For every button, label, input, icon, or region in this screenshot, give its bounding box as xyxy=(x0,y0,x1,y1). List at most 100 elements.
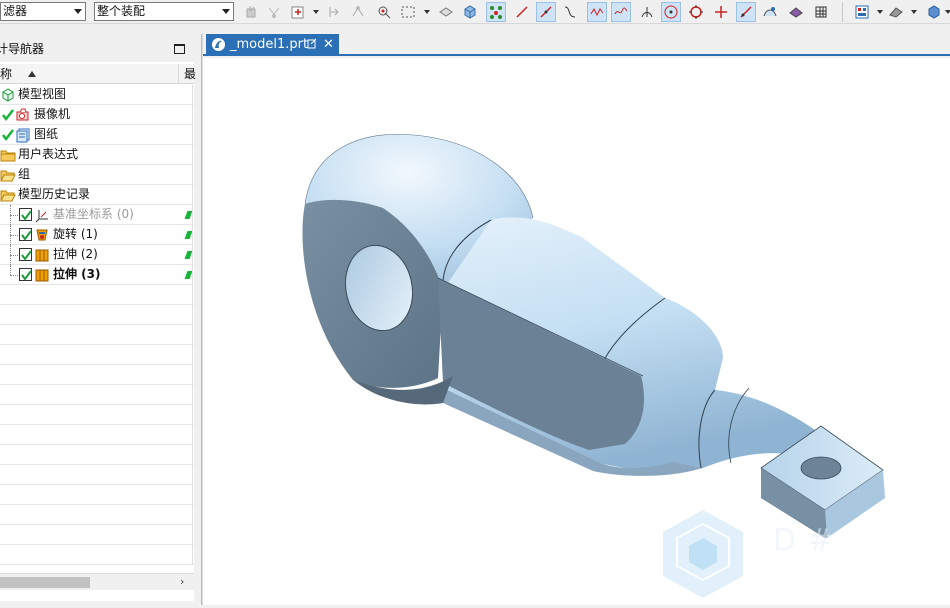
tree-node-extrude-3[interactable]: 拉伸 (3) xyxy=(0,265,194,285)
maximize-icon[interactable] xyxy=(174,44,185,54)
tree-node-user-expressions[interactable]: 用户表达式 xyxy=(0,145,194,165)
svg-text:D: D xyxy=(773,523,796,558)
column-divider xyxy=(192,165,193,185)
visibility-checkbox[interactable] xyxy=(19,228,32,241)
toolbar: 滤器 整个装配 xyxy=(0,0,950,24)
filter-point-icon[interactable] xyxy=(264,2,284,22)
chevron-down-icon[interactable] xyxy=(911,10,917,14)
tree-node-cameras[interactable]: 摄像机 xyxy=(0,105,194,125)
column-second-header[interactable]: 最 xyxy=(184,64,196,84)
model-views-icon xyxy=(0,87,16,103)
chevron-down-icon[interactable] xyxy=(877,10,883,14)
close-icon[interactable]: ✕ xyxy=(323,34,334,55)
column-divider xyxy=(192,285,193,305)
part-file-icon xyxy=(211,37,226,59)
slash-icon[interactable] xyxy=(736,2,756,22)
circle-icon[interactable] xyxy=(686,2,706,22)
select-rect-icon[interactable] xyxy=(398,2,418,22)
select-box-icon[interactable] xyxy=(374,2,394,22)
tree-node-groups[interactable]: 组 xyxy=(0,165,194,185)
chevron-right-icon[interactable]: › xyxy=(180,575,184,588)
column-header[interactable]: 称 最 xyxy=(0,64,196,84)
column-divider xyxy=(192,245,193,265)
selection-filter-dropdown[interactable]: 滤器 xyxy=(0,2,86,21)
horizontal-scrollbar[interactable]: › xyxy=(0,573,194,590)
tree-node-model-views[interactable]: 模型视图 xyxy=(0,85,194,105)
select-point-icon[interactable] xyxy=(288,2,308,22)
column-divider xyxy=(192,185,193,205)
tree-empty-row xyxy=(0,505,194,525)
document-tab-strip: _model1.prt ✕ xyxy=(203,34,950,56)
column-divider xyxy=(192,385,193,405)
scrollbar-thumb[interactable] xyxy=(0,577,90,588)
move2-icon[interactable] xyxy=(348,2,368,22)
tree-empty-row xyxy=(0,405,194,425)
cube-blue-icon[interactable] xyxy=(924,2,944,22)
sort-ascending-icon xyxy=(28,71,36,77)
grid-icon[interactable] xyxy=(811,2,831,22)
column-divider xyxy=(192,225,193,245)
tree-node-revolve[interactable]: 旋转 (1) xyxy=(0,225,194,245)
chevron-down-icon xyxy=(74,9,82,14)
column-divider xyxy=(192,105,193,125)
snap-icon[interactable] xyxy=(242,2,262,22)
surface-icon[interactable] xyxy=(760,2,780,22)
tree-empty-row xyxy=(0,525,194,545)
chevron-down-icon[interactable] xyxy=(424,10,430,14)
column-divider xyxy=(192,445,193,465)
tree-node-drawings[interactable]: 图纸 xyxy=(0,125,194,145)
part-model-render: D # xyxy=(302,134,885,598)
tree-empty-row xyxy=(0,385,194,405)
cross-icon[interactable] xyxy=(711,2,731,22)
render-icon[interactable] xyxy=(886,2,906,22)
chevron-down-icon[interactable] xyxy=(313,10,319,14)
tree-node-model-history[interactable]: 模型历史记录 xyxy=(0,185,194,205)
move-icon[interactable] xyxy=(324,2,344,22)
selection-scope-value: 整个装配 xyxy=(97,4,146,18)
tab-pin-icon[interactable] xyxy=(306,34,318,61)
cube-shaded-icon[interactable] xyxy=(460,2,480,22)
visibility-checkbox[interactable] xyxy=(19,268,32,281)
tree-connector xyxy=(10,255,18,256)
curve-icon[interactable] xyxy=(611,2,631,22)
chevron-down-icon xyxy=(222,9,230,14)
face-icon[interactable] xyxy=(786,2,806,22)
show-hide-icon[interactable] xyxy=(436,2,456,22)
graphics-viewport[interactable]: D # xyxy=(203,58,950,605)
column-name-header[interactable]: 称 xyxy=(0,64,12,84)
camera-icon xyxy=(15,107,31,123)
chevron-down-icon[interactable] xyxy=(945,10,950,14)
part-navigator-panel: 计导航器 称 最 模型视图 摄像机 图纸 用户表达式 组 模型历史记录 基准坐标… xyxy=(0,36,196,601)
visibility-checkbox[interactable] xyxy=(19,248,32,261)
column-divider xyxy=(192,545,193,565)
tree-node-label: 拉伸 (3) xyxy=(53,267,101,281)
tangent-curve-icon[interactable] xyxy=(536,2,556,22)
tree-connector xyxy=(10,215,18,216)
spline-icon[interactable] xyxy=(560,2,580,22)
tree-node-label: 模型历史记录 xyxy=(18,187,91,201)
selection-filter-value: 滤器 xyxy=(3,4,28,18)
tree-node-label: 基准坐标系 (0) xyxy=(53,207,134,221)
vertex-icon[interactable] xyxy=(486,2,506,22)
tree-empty-row xyxy=(0,445,194,465)
line-icon[interactable] xyxy=(512,2,532,22)
layout-icon[interactable] xyxy=(852,2,872,22)
column-divider xyxy=(192,85,193,105)
column-divider xyxy=(192,145,193,165)
column-divider[interactable] xyxy=(178,64,179,84)
tree-node-datum-csys[interactable]: 基准坐标系 (0) xyxy=(0,205,194,225)
tree-node-label: 旋转 (1) xyxy=(53,227,98,241)
tree-connector xyxy=(10,275,18,276)
visibility-checkbox[interactable] xyxy=(19,208,32,221)
tree-empty-row xyxy=(0,325,194,345)
tab-model1[interactable]: _model1.prt ✕ xyxy=(206,34,339,56)
selection-scope-dropdown[interactable]: 整个装配 xyxy=(94,2,234,21)
intersection-icon[interactable] xyxy=(637,2,657,22)
tab-label: _model1.prt xyxy=(230,37,309,52)
tree-node-extrude-2[interactable]: 拉伸 (2) xyxy=(0,245,194,265)
navigator-title-bar: 计导航器 xyxy=(0,36,194,62)
revolve-icon xyxy=(34,227,50,243)
wave-icon[interactable] xyxy=(587,2,607,22)
checkmark-icon xyxy=(0,127,16,143)
center-icon[interactable] xyxy=(661,2,681,22)
